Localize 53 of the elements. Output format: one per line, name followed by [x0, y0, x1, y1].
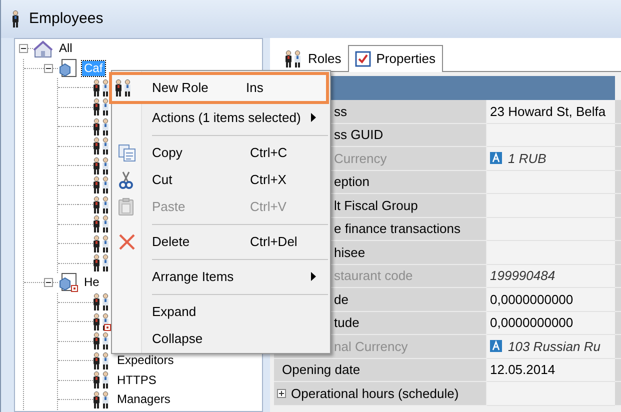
- menu-item[interactable]: New Role Ins: [109, 72, 329, 104]
- property-name: lt Fiscal Group: [334, 196, 418, 215]
- menu-item[interactable]: Arrange Items: [112, 263, 330, 290]
- collapse-toggle[interactable]: [19, 44, 28, 54]
- tree-item[interactable]: All: [57, 41, 74, 56]
- property-name-disabled: nal Currency: [334, 338, 408, 356]
- people-icon: [285, 50, 303, 68]
- menu-item[interactable]: Cut Ctrl+X: [112, 166, 330, 193]
- currency-icon: [490, 340, 502, 352]
- property-name: hisee: [334, 244, 366, 262]
- property-name: tude: [334, 314, 360, 332]
- property-name: eption: [334, 173, 370, 191]
- menu-item[interactable]: Expand: [112, 298, 330, 325]
- property-name: ss: [334, 102, 347, 120]
- people-icon: [115, 79, 133, 97]
- property-value: 1 RUB: [508, 150, 546, 168]
- property-name: e finance transactions: [334, 220, 460, 238]
- collapse-toggle[interactable]: [44, 64, 53, 73]
- submenu-arrow-icon: [310, 272, 316, 281]
- tab[interactable]: Properties: [348, 45, 442, 72]
- tree-item[interactable]: Expeditors: [115, 353, 176, 368]
- person-icon: [11, 10, 21, 28]
- tree-item[interactable]: HTTPS: [115, 372, 158, 388]
- property-name: Opening date: [282, 361, 360, 379]
- clipboard-icon: [118, 198, 134, 216]
- property-value: 23 Howard St, Belfa: [490, 102, 606, 120]
- menu-item[interactable]: Actions (1 items selected): [112, 104, 330, 131]
- property-value: 199990484: [490, 267, 556, 285]
- menu-item[interactable]: Collapse: [112, 325, 330, 352]
- scissors-icon: [118, 170, 134, 188]
- expand-toggle[interactable]: [277, 388, 286, 398]
- property-name: de: [334, 290, 348, 308]
- tab[interactable]: Roles: [278, 46, 348, 71]
- property-name-disabled: Currency: [334, 150, 387, 168]
- house-icon: [33, 40, 53, 58]
- property-name: ss GUID: [334, 126, 384, 144]
- property-name-disabled: staurant code: [334, 267, 413, 285]
- currency-icon: [490, 152, 502, 164]
- property-name: Operational hours (schedule): [291, 384, 459, 403]
- menu-item[interactable]: Delete Ctrl+Del: [112, 228, 330, 255]
- property-value: 0,0000000000: [490, 314, 574, 332]
- window-title: Employees: [29, 8, 104, 29]
- submenu-arrow-icon: [310, 113, 316, 122]
- tree-item[interactable]: He: [82, 275, 102, 290]
- collapse-toggle[interactable]: [44, 278, 53, 288]
- property-value: 12.05.2014: [490, 361, 556, 379]
- cross-icon: [118, 232, 136, 250]
- menu-item[interactable]: Copy Ctrl+C: [112, 139, 330, 166]
- property-value: 103 Russian Ru: [508, 338, 600, 356]
- copy-icon: [118, 144, 136, 162]
- property-value: 0,0000000000: [490, 290, 574, 308]
- tree-item[interactable]: Managers: [115, 392, 172, 408]
- checkbox-icon: [355, 51, 372, 67]
